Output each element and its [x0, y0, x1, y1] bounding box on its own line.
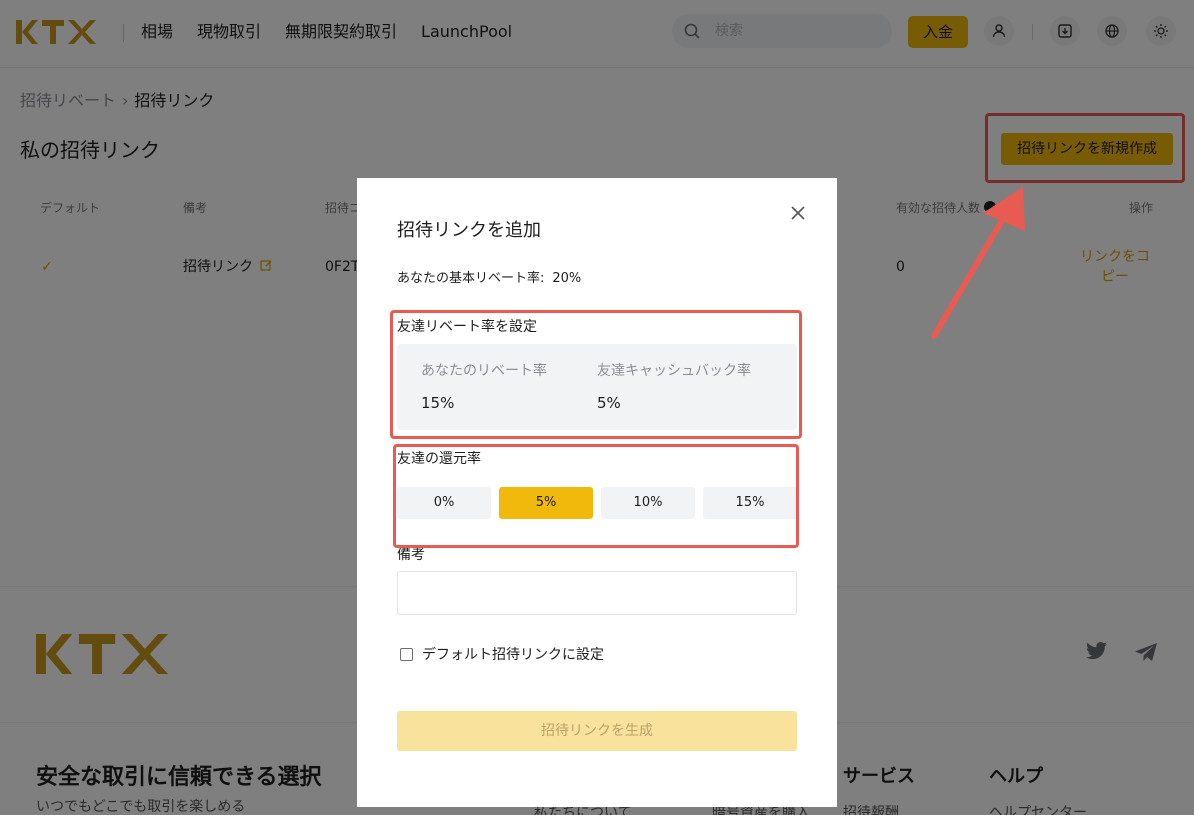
default-link-checkbox[interactable] [400, 648, 413, 661]
dialog-title: 招待リンクを追加 [397, 220, 541, 241]
annotation-highlight [393, 444, 799, 548]
default-link-checkbox-label[interactable]: デフォルト招待リンクに設定 [422, 646, 604, 664]
annotation-arrow-icon [931, 187, 1025, 339]
close-icon[interactable] [789, 204, 807, 222]
base-rebate-rate: あなたの基本リベート率: 20% [397, 270, 581, 288]
base-rebate-value: 20% [552, 271, 582, 286]
note-label: 備考 [397, 547, 425, 563]
annotation-highlight [390, 310, 802, 439]
generate-invite-link-button[interactable]: 招待リンクを生成 [397, 711, 797, 751]
base-rebate-label: あなたの基本リベート率: [397, 271, 545, 286]
note-input[interactable] [397, 571, 797, 615]
